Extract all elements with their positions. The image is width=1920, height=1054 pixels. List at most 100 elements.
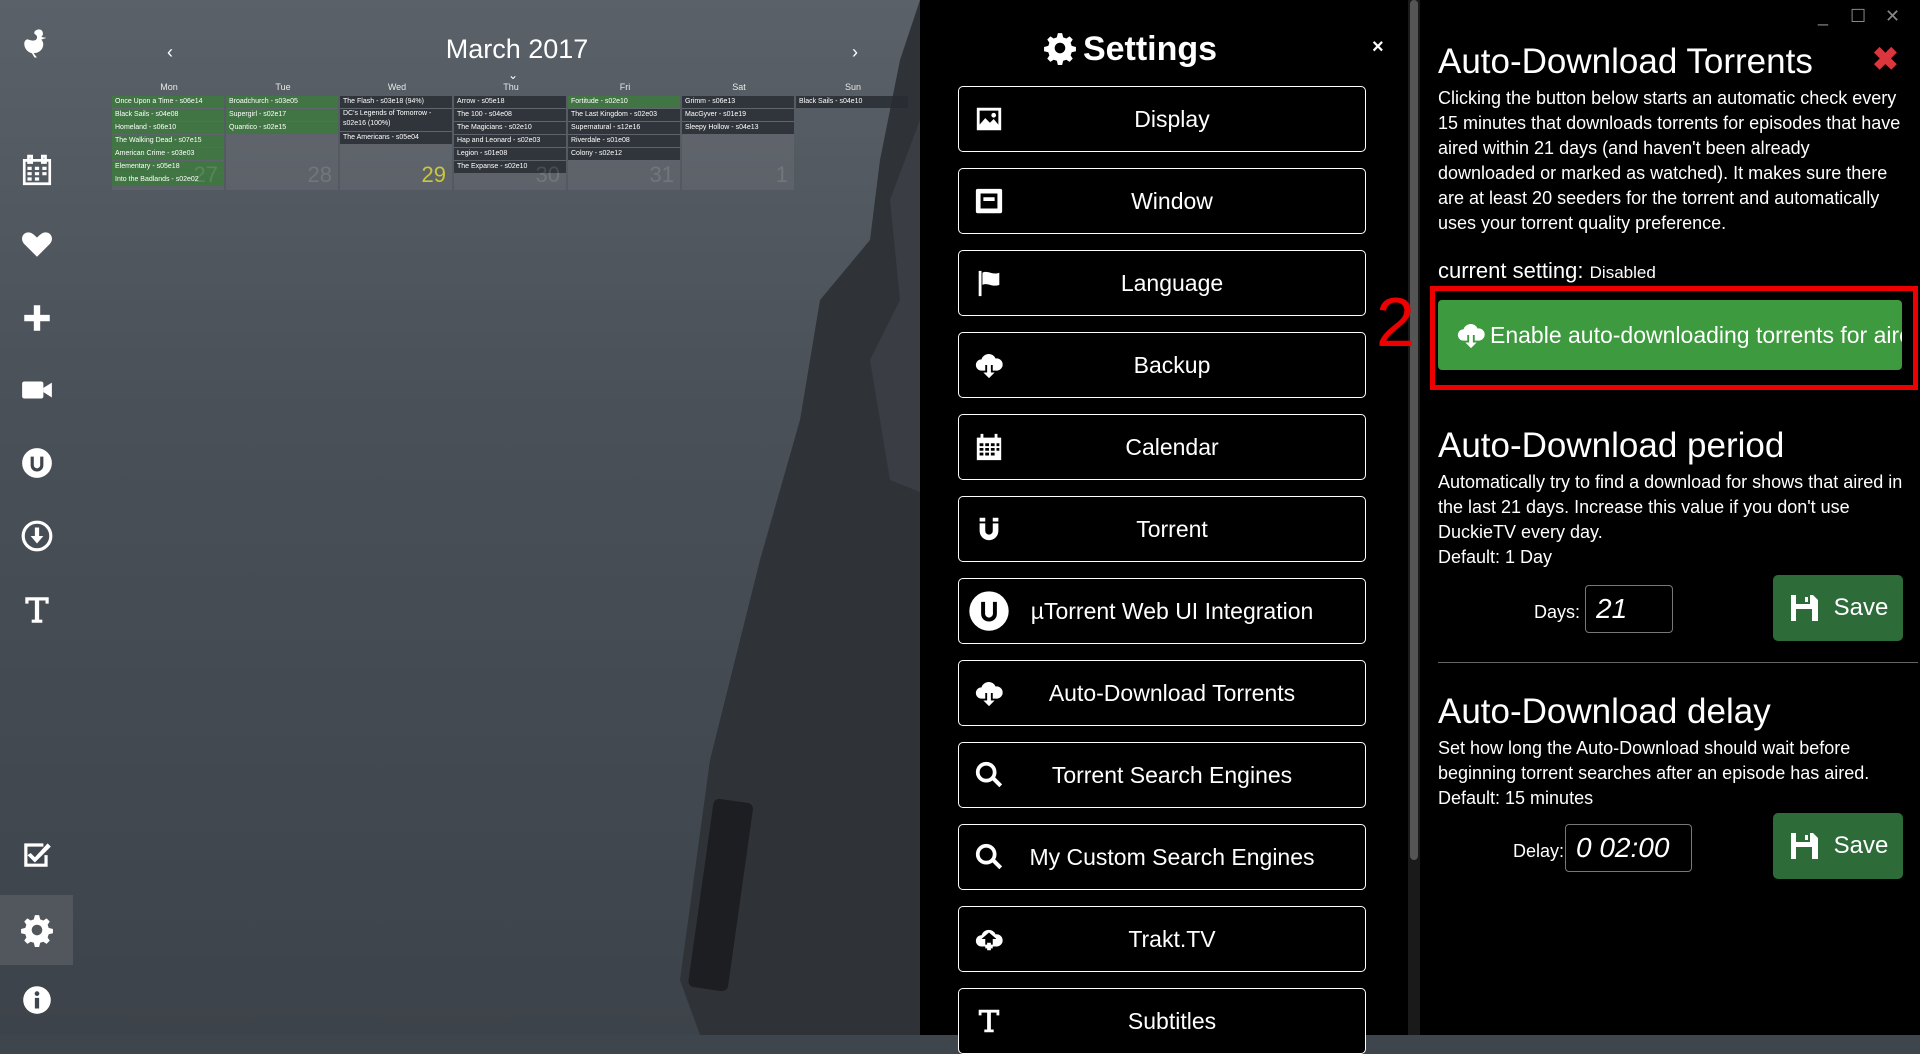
calendar-episode[interactable]: Supergirl - s02e17 [226, 109, 338, 121]
panel-close-button[interactable]: ✖ [1872, 40, 1899, 78]
calendar-episode[interactable]: The Flash - s03e18 (94%) [340, 96, 452, 108]
settings-gear-icon[interactable] [0, 895, 73, 965]
calendar-day-cell[interactable]: The Flash - s03e18 (94%) DC's Legends of … [340, 96, 452, 190]
menu-subtitles-label: Subtitles [1127, 1007, 1217, 1034]
dayname: Thu [503, 82, 519, 92]
settings-scrollbar-thumb[interactable] [1410, 0, 1418, 860]
calendar-day-number: 1 [775, 162, 788, 187]
calendar-episode[interactable]: Black Sails - s04e10 [796, 96, 908, 108]
watched-checkbox-icon[interactable] [0, 824, 73, 884]
calendar-episode[interactable]: MacGyver - s01e19 [682, 109, 794, 121]
calendar-day-cell[interactable]: Broadchurch - s03e05 Supergirl - s02e17 Qu… [226, 96, 338, 190]
current-setting-label: current setting: [1438, 258, 1584, 283]
delay-label: Delay: [1513, 841, 1565, 861]
about-info-icon[interactable] [0, 970, 73, 1030]
calendar-episode[interactable]: The Magicians - s02e10 [454, 122, 566, 134]
cloud-upload-icon [975, 929, 1003, 951]
calendar-episode[interactable]: Legion - s01e08 [454, 148, 566, 160]
calendar-episode[interactable]: Once Upon a Time - s06e14 [112, 96, 224, 108]
delay-input[interactable] [1565, 824, 1692, 872]
window-close-button[interactable]: ✕ [1885, 6, 1900, 27]
calendar-day-cell[interactable]: Arrow - s05e18 The 100 - s04e08 The Magici… [454, 96, 566, 190]
calendar-day-cell[interactable]: Once Upon a Time - s06e14 Black Sails - s… [112, 96, 224, 190]
utorrent-icon [969, 591, 1009, 631]
utorrent-icon[interactable] [0, 433, 73, 493]
calendar-episode[interactable]: Arrow - s05e18 [454, 96, 566, 108]
menu-subtitles-button[interactable]: Subtitles [958, 988, 1366, 1054]
calendar-episode[interactable]: Broadchurch - s03e05 [226, 96, 338, 108]
calendar-day-cell[interactable]: Grimm - s06e13 MacGyver - s01e19 Sleepy Ho… [682, 96, 794, 190]
calendar-episode[interactable]: The Walking Dead - s07e15 [112, 135, 224, 147]
magnet-icon [979, 517, 999, 541]
calendar-episode[interactable]: Fortitude - s02e10 [568, 96, 680, 108]
delay-save-label: Save [1833, 832, 1889, 859]
menu-language-button[interactable]: Language [958, 250, 1366, 316]
menu-calendar-button[interactable]: Calendar [958, 414, 1366, 480]
calendar-episode[interactable]: The Americans - s05e04 [340, 132, 452, 144]
menu-backup-button[interactable]: Backup [958, 332, 1366, 398]
duckie-logo-icon[interactable] [0, 8, 73, 78]
auto-download-panel: _ ☐ ✕ Auto-Download Torrents ✖ Clicking … [1420, 0, 1920, 1035]
calendar-day-number: 31 [649, 162, 674, 187]
calendar-episode[interactable]: Black Sails - s04e08 [112, 109, 224, 121]
calendar-day-cell[interactable]: Fortitude - s02e10 The Last Kingdom - s02… [568, 96, 680, 190]
calendar-month-title[interactable]: March 2017 [442, 34, 592, 65]
calendar-week-row: Once Upon a Time - s06e14 Black Sails - s… [112, 96, 910, 190]
calendar-day-number: 27 [193, 162, 218, 187]
calendar-episode[interactable]: Quantico - s02e15 [226, 122, 338, 134]
calendar-episode[interactable]: Hap and Leonard - s02e03 [454, 135, 566, 147]
subtitles-text-icon[interactable] [0, 580, 73, 640]
calendar-day-number: 29 [421, 162, 446, 187]
sidebar [0, 0, 73, 1035]
video-camera-icon[interactable] [0, 360, 73, 420]
divider [1438, 662, 1918, 663]
calendar-icon[interactable] [0, 141, 73, 201]
cloud-download-icon [975, 353, 1003, 379]
calendar-episode[interactable]: DC's Legends of Tomorrow - s02e16 (100%) [340, 109, 452, 131]
menu-utorrent-button[interactable]: µTorrent Web UI Integration [958, 578, 1366, 644]
add-show-plus-icon[interactable] [0, 288, 73, 348]
window-maximize-button[interactable]: ☐ [1850, 6, 1866, 27]
menu-calendar-label: Calendar [1125, 433, 1219, 460]
calendar-episode[interactable]: Sleepy Hollow - s04e13 [682, 122, 794, 134]
current-setting: current setting: Disabled [1438, 258, 1656, 284]
menu-torrent-button[interactable]: Torrent [958, 496, 1366, 562]
calendar-day-number: 30 [535, 162, 560, 187]
delay-save-button[interactable]: Save [1773, 813, 1903, 879]
settings-close-button[interactable]: × [1372, 36, 1384, 59]
calendar-episode[interactable]: Colony - s02e12 [568, 148, 680, 160]
menu-trakt-button[interactable]: Trakt.TV [958, 906, 1366, 972]
menu-trakt-label: Trakt.TV [1128, 925, 1216, 952]
download-circle-icon[interactable] [0, 506, 73, 566]
settings-title-text: Settings [1082, 30, 1218, 68]
menu-display-button[interactable]: Display [958, 86, 1366, 152]
dayname: Fri [619, 82, 631, 92]
dayname: Wed [387, 82, 407, 92]
menu-search-engines-button[interactable]: Torrent Search Engines [958, 742, 1366, 808]
days-input[interactable] [1585, 585, 1673, 633]
favorites-heart-icon[interactable] [0, 214, 73, 274]
menu-custom-search-button[interactable]: My Custom Search Engines [958, 824, 1366, 890]
calendar-episode[interactable]: American Crime - s03e03 [112, 148, 224, 160]
calendar-expand-chevron[interactable]: ⌄ [508, 68, 518, 82]
calendar-prev-month-button[interactable]: ‹ [167, 42, 173, 63]
days-label: Days: [1534, 602, 1581, 622]
menu-torrent-label: Torrent [1136, 515, 1208, 542]
subtitles-text-icon [978, 1009, 1000, 1033]
window-minimize-button[interactable]: _ [1818, 6, 1828, 27]
delay-default: Default: 15 minutes [1438, 788, 1594, 808]
calendar-episode[interactable]: The Last Kingdom - s02e03 [568, 109, 680, 121]
calendar-day-cell[interactable]: Black Sails - s04e10 [796, 96, 908, 190]
period-save-button[interactable]: Save [1773, 575, 1903, 641]
calendar-episode[interactable]: Grimm - s06e13 [682, 96, 794, 108]
calendar-episode[interactable]: Supernatural - s12e16 [568, 122, 680, 134]
menu-auto-download-button[interactable]: Auto-Download Torrents [958, 660, 1366, 726]
calendar-episode[interactable]: The 100 - s04e08 [454, 109, 566, 121]
dayname: Tue [275, 82, 291, 92]
calendar-next-month-button[interactable]: › [852, 42, 858, 63]
calendar-episode[interactable]: Homeland - s06e10 [112, 122, 224, 134]
menu-window-button[interactable]: Window [958, 168, 1366, 234]
menu-utorrent-label: µTorrent Web UI Integration [1030, 597, 1314, 624]
current-setting-value: Disabled [1589, 263, 1656, 282]
calendar-episode[interactable]: Riverdale - s01e08 [568, 135, 680, 147]
